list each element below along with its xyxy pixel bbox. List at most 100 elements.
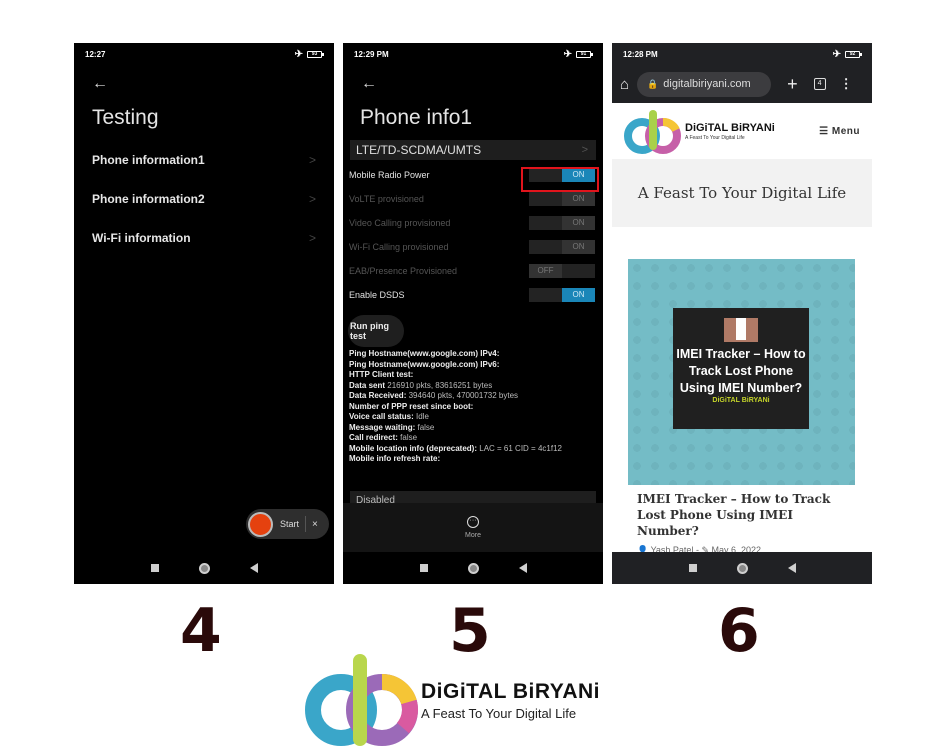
battery-icon: 92	[845, 50, 862, 58]
info-value: LAC = 61 CID = 4c1f12	[479, 443, 562, 453]
back-button[interactable]	[249, 563, 258, 573]
footer-brand: DiGiTAL BiRYANi A Feast To Your Digital …	[421, 680, 600, 721]
battery-icon: 91	[576, 50, 593, 58]
screen-testing: 12:27 ✈ 93 ← Testing Phone information1 > …	[74, 43, 334, 584]
highlight-box	[521, 167, 599, 192]
hamburger-icon: ☰	[819, 125, 832, 137]
divider	[305, 516, 307, 532]
toggle-state: ON	[562, 192, 595, 206]
home-icon[interactable]: ⌂	[620, 76, 629, 93]
status-time: 12:29 PM	[354, 49, 389, 59]
info-line: Data sent 216910 pkts, 83616251 bytes	[349, 381, 597, 392]
info-key: Data sent	[349, 380, 386, 390]
info-key: Data Received:	[349, 391, 407, 400]
record-button[interactable]	[248, 511, 273, 537]
info-value: 394640 pkts, 470001732 bytes	[408, 391, 519, 400]
back-arrow-icon[interactable]: ←	[343, 75, 603, 95]
home-button[interactable]	[736, 562, 748, 574]
site-logo-icon[interactable]	[623, 106, 683, 156]
screen-recorder-widget: Start ×	[246, 509, 329, 539]
image-watermark: DiGiTAL BiRYANi	[712, 397, 770, 404]
info-line: Mobile location info (deprecated): LAC =…	[349, 444, 597, 455]
brand-name: DiGiTAL BiRYANi	[685, 121, 775, 134]
chevron-right-icon: >	[308, 230, 316, 245]
toggle-switch[interactable]: ON	[529, 288, 595, 302]
menu-item-label: Phone information2	[92, 191, 205, 206]
toggle-label: Video Calling provisioned	[349, 218, 451, 228]
info-line: Message waiting: false	[349, 423, 597, 434]
footer-brand-name: DiGiTAL BiRYANi	[421, 680, 601, 703]
toggle-switch[interactable]: ON	[529, 240, 595, 254]
menu-item-phone-information1[interactable]: Phone information1 >	[74, 140, 334, 179]
url-text: digitalbiriyani.com	[663, 78, 751, 90]
battery-icon: 93	[307, 50, 324, 58]
toggle-state: ON	[562, 216, 595, 230]
recents-button[interactable]	[150, 564, 159, 572]
toggle-switch[interactable]: ON	[529, 192, 595, 206]
brand-tagline: A Feast To Your Digital Life	[685, 134, 745, 141]
info-key: Voice call status:	[349, 412, 414, 421]
menu-item-wifi-information[interactable]: Wi-Fi information >	[74, 218, 334, 257]
menu-button[interactable]: ☰ Menu	[819, 126, 860, 137]
back-arrow-icon[interactable]: ←	[74, 75, 334, 95]
menu-item-phone-information2[interactable]: Phone information2 >	[74, 179, 334, 218]
back-button[interactable]	[787, 563, 796, 573]
toggle-state: ON	[562, 288, 595, 302]
info-value: false	[417, 422, 435, 432]
info-key: Ping Hostname(www.google.com) IPv4:	[349, 349, 500, 358]
home-button[interactable]	[198, 562, 210, 574]
info-line: Ping Hostname(www.google.com) IPv4:	[349, 349, 597, 360]
article-image[interactable]: IMEI Tracker – How to Track Lost Phone U…	[628, 259, 855, 485]
more-label[interactable]: More	[465, 532, 481, 539]
status-time: 12:27	[85, 49, 106, 59]
network-type-select[interactable]: LTE/TD-SCDMA/UMTS >	[350, 140, 596, 160]
more-options-icon[interactable]: ⋮	[840, 76, 853, 92]
info-line: Mobile info refresh rate:	[349, 454, 597, 465]
close-icon[interactable]: ×	[312, 519, 318, 530]
article-title[interactable]: IMEI Tracker – How to Track Lost Phone U…	[628, 485, 855, 539]
info-line: Number of PPP reset since boot:	[349, 402, 597, 413]
nav-bar	[612, 552, 872, 584]
page-title: Testing	[92, 106, 159, 129]
toggle-state: ON	[562, 240, 595, 254]
hero-banner: A Feast To Your Digital Life	[612, 159, 872, 227]
toggle-label: Wi-Fi Calling provisioned	[349, 242, 449, 252]
run-ping-test-button[interactable]: Run ping test	[348, 315, 404, 347]
screen-browser: 12:28 PM ✈ 92 ⌂ 🔒 digitalbiriyani.com + 4 …	[612, 43, 872, 584]
toggle-switch[interactable]: OFF	[529, 264, 595, 278]
recents-button[interactable]	[688, 564, 697, 572]
recents-button[interactable]	[419, 564, 428, 572]
chevron-right-icon: >	[308, 191, 316, 206]
nav-bar	[343, 552, 603, 584]
toggle-label: Mobile Radio Power	[349, 170, 430, 180]
menu-item-label: Wi-Fi information	[92, 230, 191, 245]
toggle-row: Video Calling provisioned ON	[343, 211, 603, 235]
toggle-switch[interactable]: ON	[529, 216, 595, 230]
back-button[interactable]	[518, 563, 527, 573]
more-icon[interactable]: ···	[467, 516, 479, 528]
info-key: Mobile location info (deprecated):	[349, 443, 478, 453]
status-bar: 12:28 PM ✈ 92	[612, 43, 872, 65]
browser-toolbar: ⌂ 🔒 digitalbiriyani.com + 4 ⋮	[612, 65, 872, 103]
toggle-row: Wi-Fi Calling provisioned ON	[343, 235, 603, 259]
home-button[interactable]	[467, 562, 479, 574]
info-key: HTTP Client test:	[349, 370, 414, 379]
lock-icon: 🔒	[647, 78, 659, 89]
chevron-right-icon: >	[581, 144, 588, 156]
toggle-label: Enable DSDS	[349, 290, 405, 300]
start-label[interactable]: Start	[280, 519, 299, 529]
url-bar[interactable]: 🔒 digitalbiriyani.com	[637, 71, 772, 97]
chevron-right-icon: >	[308, 152, 316, 167]
page-title: Phone info1	[360, 106, 473, 129]
step-number: 5	[449, 596, 491, 666]
article-card[interactable]: IMEI Tracker – How to Track Lost Phone U…	[628, 259, 855, 559]
new-tab-icon[interactable]: +	[787, 74, 798, 95]
tabs-count-icon[interactable]: 4	[813, 78, 826, 90]
info-line: Call redirect: false	[349, 433, 597, 444]
step-number: 6	[718, 596, 760, 666]
info-key: Mobile info refresh rate:	[349, 454, 441, 463]
menu-label: Menu	[831, 125, 860, 137]
menu-item-label: Phone information1	[92, 152, 205, 167]
phone-in-hand-image	[724, 318, 758, 342]
airplane-icon: ✈	[832, 48, 841, 60]
